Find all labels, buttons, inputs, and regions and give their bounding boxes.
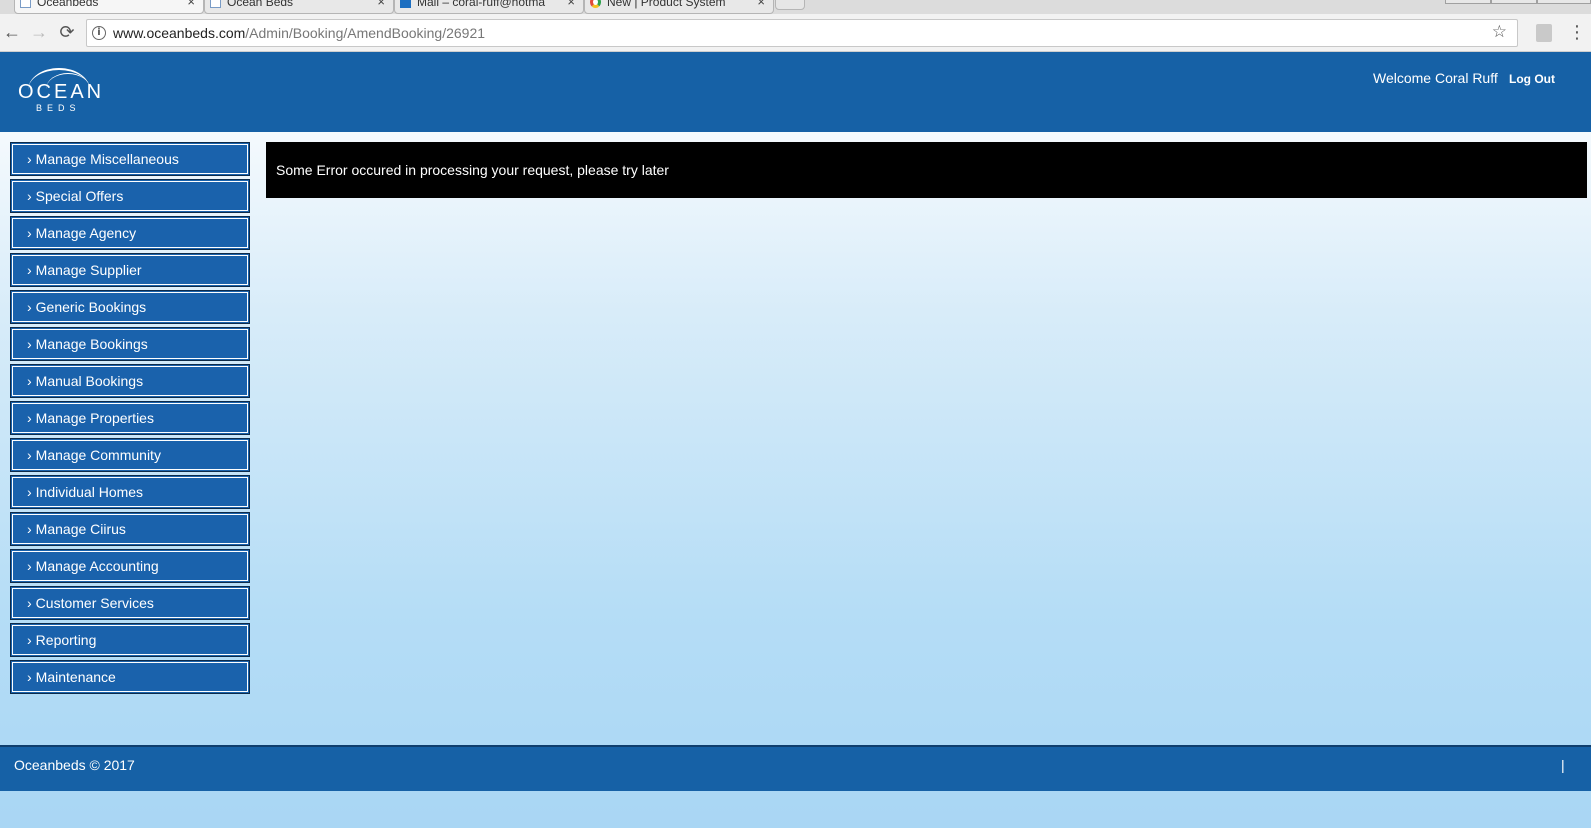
sidebar-item-manage-community[interactable]: › Manage Community <box>10 438 250 472</box>
chevron-right-icon: › <box>27 262 32 278</box>
tab-label: New | Product System <box>607 0 726 9</box>
sidebar-item-individual-homes[interactable]: › Individual Homes <box>10 475 250 509</box>
sidebar-item-maintenance[interactable]: › Maintenance <box>10 660 250 694</box>
chevron-right-icon: › <box>27 447 32 463</box>
error-message: Some Error occured in processing your re… <box>266 142 1587 198</box>
tab-label: Mail – coral-ruff@hotma <box>417 0 546 9</box>
chevron-right-icon: › <box>27 484 32 500</box>
page-icon <box>210 0 221 8</box>
tab-close-icon[interactable]: × <box>567 0 575 11</box>
sidebar-item-customer-services[interactable]: › Customer Services <box>10 586 250 620</box>
url-path: /Admin/Booking/AmendBooking/26921 <box>245 25 486 41</box>
url-host: www.oceanbeds.com <box>113 25 246 41</box>
browser-toolbar: ← → ⟳ i www.oceanbeds.com/Admin/Booking/… <box>0 14 1591 52</box>
sidebar-item-label: Manage Miscellaneous <box>35 151 179 167</box>
close-window-button[interactable] <box>1537 0 1591 4</box>
chevron-right-icon: › <box>27 299 32 315</box>
sidebar-item-manage-ciirus[interactable]: › Manage Ciirus <box>10 512 250 546</box>
tab-close-icon[interactable]: × <box>757 0 765 11</box>
sidebar-item-manage-supplier[interactable]: › Manage Supplier <box>10 253 250 287</box>
sidebar-item-label: Manage Community <box>35 447 161 463</box>
footer-separator: | <box>1561 757 1565 773</box>
browser-tab-mail[interactable]: Mail – coral-ruff@hotma × <box>394 0 584 14</box>
chevron-right-icon: › <box>27 632 32 648</box>
sidebar-item-label: Manage Ciirus <box>35 521 126 537</box>
chevron-right-icon: › <box>27 373 32 389</box>
chevron-right-icon: › <box>27 669 32 685</box>
site-header: OCEAN BEDS Welcome Coral Ruff Log Out <box>0 52 1591 132</box>
logo-ocean-text: OCEAN <box>18 81 105 103</box>
minimize-button[interactable] <box>1445 0 1491 4</box>
sidebar-item-label: Manage Bookings <box>35 336 148 352</box>
back-icon[interactable]: ← <box>0 20 24 44</box>
sidebar-item-label: Generic Bookings <box>35 299 147 315</box>
tab-close-icon[interactable]: × <box>187 0 195 11</box>
sidebar-item-label: Manage Supplier <box>35 262 142 278</box>
chevron-right-icon: › <box>27 188 32 204</box>
sidebar-item-generic-bookings[interactable]: › Generic Bookings <box>10 290 250 324</box>
address-bar[interactable]: i www.oceanbeds.com/Admin/Booking/AmendB… <box>86 19 1518 47</box>
sidebar-item-manage-agency[interactable]: › Manage Agency <box>10 216 250 250</box>
browser-tab-ocean-beds[interactable]: Ocean Beds × <box>204 0 394 14</box>
browser-tab-strip: Oceanbeds × Ocean Beds × Mail – coral-ru… <box>0 0 1591 14</box>
sidebar-item-special-offers[interactable]: › Special Offers <box>10 179 250 213</box>
logout-link[interactable]: Log Out <box>1509 72 1555 86</box>
url-text[interactable]: www.oceanbeds.com/Admin/Booking/AmendBoo… <box>113 25 485 41</box>
sidebar-item-label: Manage Agency <box>35 225 137 241</box>
maximize-button[interactable] <box>1491 0 1537 4</box>
sidebar-item-label: Manage Accounting <box>35 558 159 574</box>
sidebar-menu: › Manage Miscellaneous › Special Offers › Man… <box>10 142 250 697</box>
logo-beds-text: BEDS <box>36 103 81 113</box>
sidebar-item-label: Manual Bookings <box>35 373 144 389</box>
chevron-right-icon: › <box>27 225 32 241</box>
copyright-text: Oceanbeds © 2017 <box>14 757 135 773</box>
outlook-icon <box>400 0 411 8</box>
tab-close-icon[interactable]: × <box>377 0 385 11</box>
chrome-icon <box>590 0 601 8</box>
chevron-right-icon: › <box>27 521 32 537</box>
extension-icon[interactable] <box>1536 24 1552 42</box>
chevron-right-icon: › <box>27 151 32 167</box>
sidebar-item-label: Reporting <box>35 632 97 648</box>
page-icon <box>20 0 31 8</box>
sidebar-item-reporting[interactable]: › Reporting <box>10 623 250 657</box>
sidebar-item-manual-bookings[interactable]: › Manual Bookings <box>10 364 250 398</box>
sidebar-item-label: Maintenance <box>35 669 116 685</box>
browser-tab-oceanbeds[interactable]: Oceanbeds × <box>14 0 204 14</box>
site-footer: Oceanbeds © 2017 | <box>0 745 1591 791</box>
tab-label: Ocean Beds <box>227 0 294 9</box>
sidebar-item-label: Customer Services <box>35 595 154 611</box>
oceanbeds-logo[interactable]: OCEAN BEDS <box>16 68 101 114</box>
browser-menu-icon[interactable]: ⋮ <box>1568 22 1586 42</box>
sidebar-item-manage-properties[interactable]: › Manage Properties <box>10 401 250 435</box>
page: OCEAN BEDS Welcome Coral Ruff Log Out › M… <box>0 52 1591 828</box>
sidebar-item-label: Special Offers <box>35 188 124 204</box>
chevron-right-icon: › <box>27 410 32 426</box>
tab-label: Oceanbeds <box>37 0 99 9</box>
sidebar-item-label: Manage Properties <box>35 410 154 426</box>
sidebar-item-label: Individual Homes <box>35 484 144 500</box>
window-controls <box>1431 0 1591 4</box>
chevron-right-icon: › <box>27 336 32 352</box>
info-icon[interactable]: i <box>92 26 106 40</box>
sidebar-item-manage-bookings[interactable]: › Manage Bookings <box>10 327 250 361</box>
browser-tab-product-system[interactable]: New | Product System × <box>584 0 774 14</box>
sidebar-item-manage-accounting[interactable]: › Manage Accounting <box>10 549 250 583</box>
bookmark-star-icon[interactable]: ☆ <box>1492 22 1507 42</box>
reload-icon[interactable]: ⟳ <box>55 20 79 44</box>
chevron-right-icon: › <box>27 595 32 611</box>
new-tab-button[interactable] <box>775 0 805 10</box>
welcome-text: Welcome Coral Ruff <box>1373 70 1498 86</box>
forward-icon[interactable]: → <box>27 20 51 44</box>
sidebar-item-manage-miscellaneous[interactable]: › Manage Miscellaneous <box>10 142 250 176</box>
chevron-right-icon: › <box>27 558 32 574</box>
